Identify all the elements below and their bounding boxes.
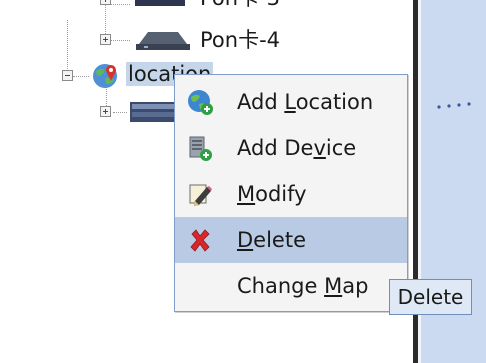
modify-pencil-icon: [189, 184, 212, 206]
menu-item-modify[interactable]: Modify: [175, 171, 407, 217]
location-globe-icon: [93, 64, 117, 88]
tree-connector: [110, 4, 130, 5]
expand-icon[interactable]: [100, 0, 111, 5]
link-dots: [437, 102, 471, 109]
menu-item-add-location[interactable]: Add Location: [175, 79, 407, 125]
tree-connector: [67, 20, 68, 75]
pon-card-icon: [136, 32, 190, 50]
add-device-icon: [189, 136, 212, 161]
tree-node-label: Pon卡-4: [200, 28, 281, 52]
tree-connector: [110, 40, 130, 41]
tree-connector: [105, 0, 106, 36]
delete-x-icon: [190, 229, 210, 252]
pon-card-icon: [135, 0, 185, 6]
expand-icon[interactable]: [100, 34, 111, 45]
tooltip: Delete: [389, 279, 472, 315]
tree-node-label: Pon卡-3: [200, 0, 280, 10]
menu-item-label: Modify: [237, 182, 307, 206]
menu-item-change-map[interactable]: Change Map: [175, 263, 407, 309]
expand-icon[interactable]: [100, 106, 111, 117]
device-rack-icon: [130, 102, 176, 122]
menu-item-add-device[interactable]: Add Device: [175, 125, 407, 171]
menu-item-label: Change Map: [237, 274, 369, 298]
menu-item-label: Delete: [237, 228, 306, 252]
context-menu: Add Location Add Device Modify Delete Ch…: [174, 74, 408, 312]
add-location-icon: [188, 90, 213, 115]
menu-item-delete[interactable]: Delete: [175, 217, 407, 263]
menu-item-label: Add Location: [237, 90, 374, 114]
tree-connector: [73, 76, 89, 77]
menu-item-label: Add Device: [237, 136, 357, 160]
collapse-icon[interactable]: [62, 70, 73, 81]
tree-connector: [113, 112, 127, 113]
